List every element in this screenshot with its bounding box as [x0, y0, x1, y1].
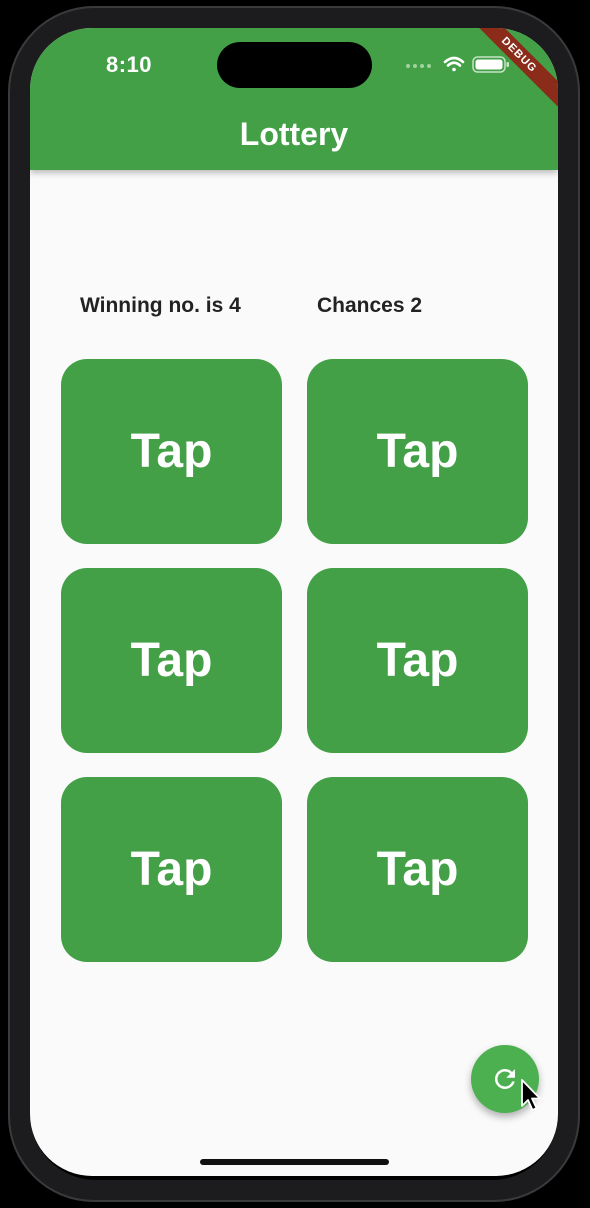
cellular-signal-icon [406, 64, 431, 68]
wifi-icon [443, 56, 465, 72]
tap-tile-4[interactable]: Tap [307, 568, 528, 753]
refresh-icon [494, 1069, 515, 1089]
tap-tile-2[interactable]: Tap [307, 359, 528, 544]
tap-tile-5[interactable]: Tap [61, 777, 282, 962]
tap-tile-label: Tap [130, 425, 213, 478]
tap-tile-label: Tap [130, 843, 213, 896]
app-screen: 8:10 Lottery DEBUG Winning no. is 4 Chan… [30, 28, 558, 1176]
tap-tile-label: Tap [130, 634, 213, 687]
tap-tile-3[interactable]: Tap [61, 568, 282, 753]
tap-tile-1[interactable]: Tap [61, 359, 282, 544]
tap-tile-6[interactable]: Tap [307, 777, 528, 962]
mouse-cursor-icon [521, 1079, 541, 1111]
chances-text: Chances 2 [317, 294, 423, 317]
app-bar: 8:10 Lottery DEBUG [30, 28, 558, 170]
status-icons [406, 56, 509, 73]
dynamic-island [217, 42, 372, 88]
winning-number-text: Winning no. is 4 [80, 294, 241, 317]
home-indicator[interactable] [200, 1159, 389, 1165]
app-title: Lottery [239, 116, 349, 152]
battery-icon [472, 56, 509, 73]
tap-tile-label: Tap [376, 425, 459, 478]
status-time: 8:10 [106, 52, 153, 77]
tap-tile-label: Tap [376, 843, 459, 896]
tap-tile-label: Tap [376, 634, 459, 687]
